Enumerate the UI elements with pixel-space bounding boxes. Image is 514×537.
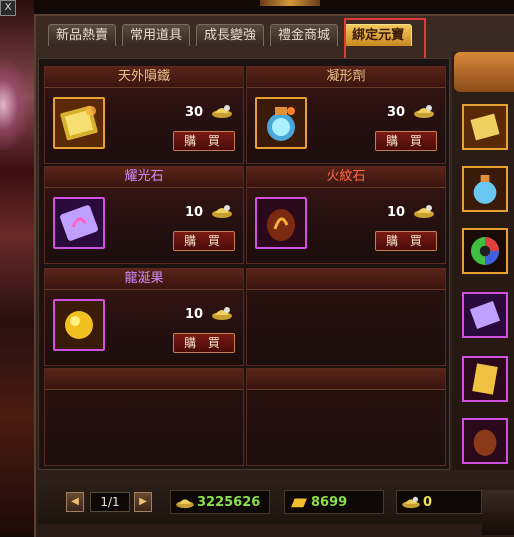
character-art-glow: [0, 60, 30, 150]
gift-money-icon: [402, 496, 420, 509]
buy-button[interactable]: 購 買: [173, 231, 235, 251]
gold-bar-icon: [291, 498, 307, 508]
prev-page-button[interactable]: ◀: [66, 492, 84, 512]
empty-slot: [44, 368, 244, 466]
bound-yuanbao-icon: [212, 105, 232, 118]
gift-money-amount: 0: [423, 495, 433, 510]
shop-item-card: 凝形劑 30 購 買: [246, 66, 446, 164]
item-name: 凝形劑: [247, 67, 445, 88]
meteor-iron-book-icon[interactable]: [53, 97, 105, 149]
buy-button[interactable]: 購 買: [173, 333, 235, 353]
fire-rune-stone-icon[interactable]: [255, 197, 307, 249]
yuanbao-amount: 3225626: [197, 495, 261, 510]
corner-ornament: [482, 490, 514, 535]
item-name: 耀光石: [45, 167, 243, 188]
shop-item-card: 天外隕鐵 30 購 買: [44, 66, 244, 164]
arrow-right-icon: ▶: [139, 496, 147, 507]
bound-yuanbao-icon: [212, 205, 232, 218]
potion-flask-icon[interactable]: [255, 97, 307, 149]
empty-slot-header: [247, 369, 445, 390]
bound-yuanbao-icon: [414, 205, 434, 218]
empty-slot-header: [247, 269, 445, 290]
bound-yuanbao-icon: [212, 307, 232, 320]
scroll-icon[interactable]: [462, 356, 508, 402]
arrow-left-icon: ◀: [71, 496, 79, 507]
item-name: 天外隕鐵: [45, 67, 243, 88]
shop-item-card: 火紋石 10 購 買: [246, 166, 446, 264]
yuanbao-icon: [176, 499, 194, 509]
gift-money-balance: 0: [396, 490, 482, 514]
empty-slot-header: [45, 369, 243, 390]
tab-new-hot[interactable]: 新品熱賣: [48, 24, 117, 46]
glow-stone-icon[interactable]: [53, 197, 105, 249]
empty-slot: [246, 268, 446, 366]
item-price: 30: [185, 105, 204, 120]
item-name: 火紋石: [247, 167, 445, 188]
item-price: 10: [185, 307, 204, 322]
bound-yuanbao-balance: 8699: [284, 490, 384, 514]
bound-yuanbao-amount: 8699: [311, 495, 348, 510]
top-ornament: [260, 0, 320, 6]
potion-flask-icon[interactable]: [462, 166, 508, 212]
shop-item-card: 耀光石 10 購 買: [44, 166, 244, 264]
dragon-fruit-icon[interactable]: [53, 299, 105, 351]
page-indicator: 1/1: [90, 492, 130, 512]
tab-common-items[interactable]: 常用道具: [122, 24, 191, 46]
item-price: 30: [387, 105, 406, 120]
meteor-iron-book-icon[interactable]: [462, 104, 508, 150]
empty-slot: [246, 368, 446, 466]
bound-yuanbao-icon: [414, 105, 434, 118]
side-column-header: [454, 52, 514, 92]
next-page-button[interactable]: ▶: [134, 492, 152, 512]
item-name: 龍涎果: [45, 269, 243, 290]
item-price: 10: [387, 205, 406, 220]
yuanbao-balance: 3225626: [170, 490, 270, 514]
tab-gift-mall[interactable]: 禮金商城: [270, 24, 339, 46]
buy-button[interactable]: 購 買: [375, 131, 437, 151]
character-art: [0, 0, 34, 535]
buy-button[interactable]: 購 買: [375, 231, 437, 251]
buy-button[interactable]: 購 買: [173, 131, 235, 151]
item-price: 10: [185, 205, 204, 220]
close-button[interactable]: X: [0, 0, 16, 16]
rainbow-orb-icon[interactable]: [462, 228, 508, 274]
shop-item-card: 龍涎果 10 購 買: [44, 268, 244, 366]
tab-growth[interactable]: 成長變強: [196, 24, 265, 46]
fire-rune-stone-icon[interactable]: [462, 418, 508, 464]
glow-stone-icon[interactable]: [462, 292, 508, 338]
